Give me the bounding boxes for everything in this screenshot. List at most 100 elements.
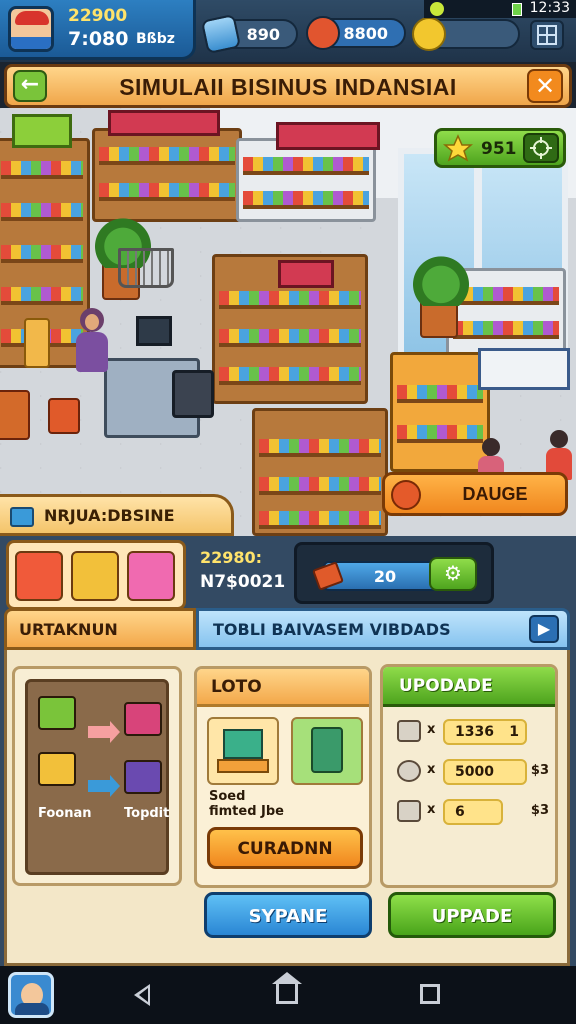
curadnn-label: CURADNN — [237, 839, 333, 859]
crate — [24, 318, 50, 368]
progress-value: 20 — [373, 567, 397, 586]
avatar-shirt — [11, 37, 51, 49]
upgrade-value: 1336 — [455, 724, 494, 740]
laptop-icon — [223, 729, 263, 759]
shelf-front[interactable] — [252, 408, 388, 536]
ticket-icon — [200, 13, 242, 55]
multiply-sign: x — [427, 722, 436, 737]
upgrade-row[interactable]: x 5000 $3 — [393, 757, 549, 787]
inventory-item-box[interactable] — [71, 551, 119, 601]
shopping-bag — [48, 398, 80, 434]
uppade-button[interactable]: UPPADE — [388, 892, 556, 938]
shelf-center-sign — [278, 260, 334, 288]
tab-right[interactable]: TOBLI BAIVASEM VIBDADS ▶ — [196, 608, 570, 650]
loto-caption: Soed fimted Jbe — [209, 789, 285, 819]
loto-item-pack[interactable] — [291, 717, 363, 785]
notification-icon — [430, 2, 444, 16]
shelf-right-bottom[interactable] — [390, 352, 490, 472]
store-scene[interactable]: DAUGE NRJUA:DBSINE 951 — [0, 108, 576, 536]
craft-item-basket[interactable] — [124, 702, 162, 736]
multiply-sign: x — [427, 802, 436, 817]
sypane-button[interactable]: SYPANE — [204, 892, 372, 938]
management-panel: 22980: N7$0021 20 ⚙ URTAKNUN TOBLI BAIVA… — [0, 536, 576, 966]
coin-counter[interactable] — [412, 17, 520, 51]
loto-item-laptop[interactable] — [207, 717, 279, 785]
tab-expand-button[interactable]: ▶ — [529, 615, 559, 643]
paper-icon — [397, 720, 421, 742]
sypane-label: SYPANE — [248, 906, 328, 927]
system-time: 12:33 — [529, 0, 570, 16]
curadnn-button[interactable]: CURADNN — [207, 827, 363, 869]
multiply-sign: x — [427, 762, 436, 777]
dauge-button[interactable]: DAUGE — [382, 472, 568, 516]
settings-button[interactable]: ⚙ — [429, 557, 477, 591]
cashier-character[interactable] — [72, 308, 112, 388]
close-icon: ✕ — [534, 72, 556, 100]
craft-item-green[interactable] — [38, 696, 76, 730]
shelf-back-right-sign — [276, 122, 380, 150]
player-avatar[interactable] — [8, 6, 54, 52]
clock-readout: 7:080 — [68, 28, 129, 50]
upgrade-value-pill: 5000 — [443, 759, 527, 785]
inventory-item-gift[interactable] — [127, 551, 175, 601]
upgrade-title: UPODADE — [399, 676, 493, 696]
crafting-board[interactable]: Foonan Topdit — [25, 679, 169, 875]
upgrade-cost: $3 — [530, 803, 549, 818]
dauge-icon — [391, 480, 421, 510]
store-name-tag: NRJUA:DBSINE — [0, 494, 234, 536]
cash-register[interactable] — [172, 370, 214, 418]
battery-icon — [512, 3, 522, 16]
tab-left-label: URTAKNUN — [19, 620, 118, 639]
store-name: NRJUA:DBSINE — [44, 506, 175, 525]
close-button[interactable]: ✕ — [527, 69, 563, 103]
shelf-right-sign — [478, 348, 570, 390]
shelf-left-sign — [12, 114, 72, 148]
tab-left[interactable]: URTAKNUN — [4, 608, 196, 650]
ticket-counter[interactable]: 890 — [200, 13, 298, 55]
production-progress: 20 ⚙ — [294, 542, 494, 604]
nav-back-icon[interactable] — [134, 984, 150, 1006]
upgrade-cost: $3 — [530, 763, 549, 778]
shelf-back-left[interactable] — [92, 128, 242, 222]
nav-recents-icon[interactable] — [420, 984, 440, 1004]
player-card[interactable]: 22900 7:080 Bßbz — [0, 0, 196, 60]
dauge-label: DAUGE — [462, 484, 528, 504]
shopping-cart[interactable] — [118, 248, 174, 288]
profile-shortcut[interactable] — [8, 972, 54, 1018]
inventory-item-bag[interactable] — [15, 551, 63, 601]
plant-pot-right — [408, 252, 474, 338]
upgrade-header: UPODADE — [383, 667, 555, 707]
title-bar: ← SIMULAII BISINUS INDANSIAI ✕ — [4, 64, 572, 108]
upgrade-card: UPODADE x 1336 1 x 5000 $3 x 6 $3 — [380, 664, 558, 888]
target-button[interactable] — [523, 133, 559, 163]
grid-menu-button[interactable] — [530, 20, 564, 50]
uppade-label: UPPADE — [431, 906, 513, 927]
system-status-bar: 12:33 — [424, 0, 576, 18]
grid-icon — [537, 25, 557, 45]
page-title: SIMULAII BISINUS INDANSIAI — [119, 74, 457, 100]
game-screen: 22900 7:080 Bßbz 890 8800 12:33 ← SIMULA… — [0, 0, 576, 1024]
upgrade-value-pill: 6 — [443, 799, 503, 825]
upgrade-value: 6 — [455, 804, 465, 820]
tool-icon — [397, 760, 421, 782]
clock-suffix: Bßbz — [136, 31, 175, 47]
upgrade-row[interactable]: x 6 $3 — [393, 797, 549, 827]
arrow-right-icon — [88, 775, 120, 797]
energy-value: 8800 — [343, 24, 388, 43]
shelf-back-right[interactable] — [236, 138, 376, 222]
loto-card: LOTO Soed fimted Jbe CURADNN — [194, 666, 372, 888]
craft-to-label: Topdit — [124, 806, 170, 821]
craft-item-crate[interactable] — [124, 760, 162, 794]
loto-header: LOTO — [197, 669, 369, 707]
inventory-stat-2: N7$0021 — [200, 572, 286, 592]
craft-item-box[interactable] — [38, 752, 76, 786]
nav-home-icon[interactable] — [272, 972, 302, 1004]
star-counter[interactable]: 951 — [434, 128, 566, 168]
energy-counter[interactable]: 8800 — [306, 16, 406, 50]
crosshair-icon — [530, 137, 552, 159]
top-hud: 22900 7:080 Bßbz 890 8800 12:33 — [0, 0, 576, 62]
cash-readout: 22900 — [68, 6, 128, 26]
upgrade-row[interactable]: x 1336 1 — [393, 717, 549, 747]
star-count: 951 — [481, 139, 517, 159]
loto-title: LOTO — [211, 677, 262, 697]
